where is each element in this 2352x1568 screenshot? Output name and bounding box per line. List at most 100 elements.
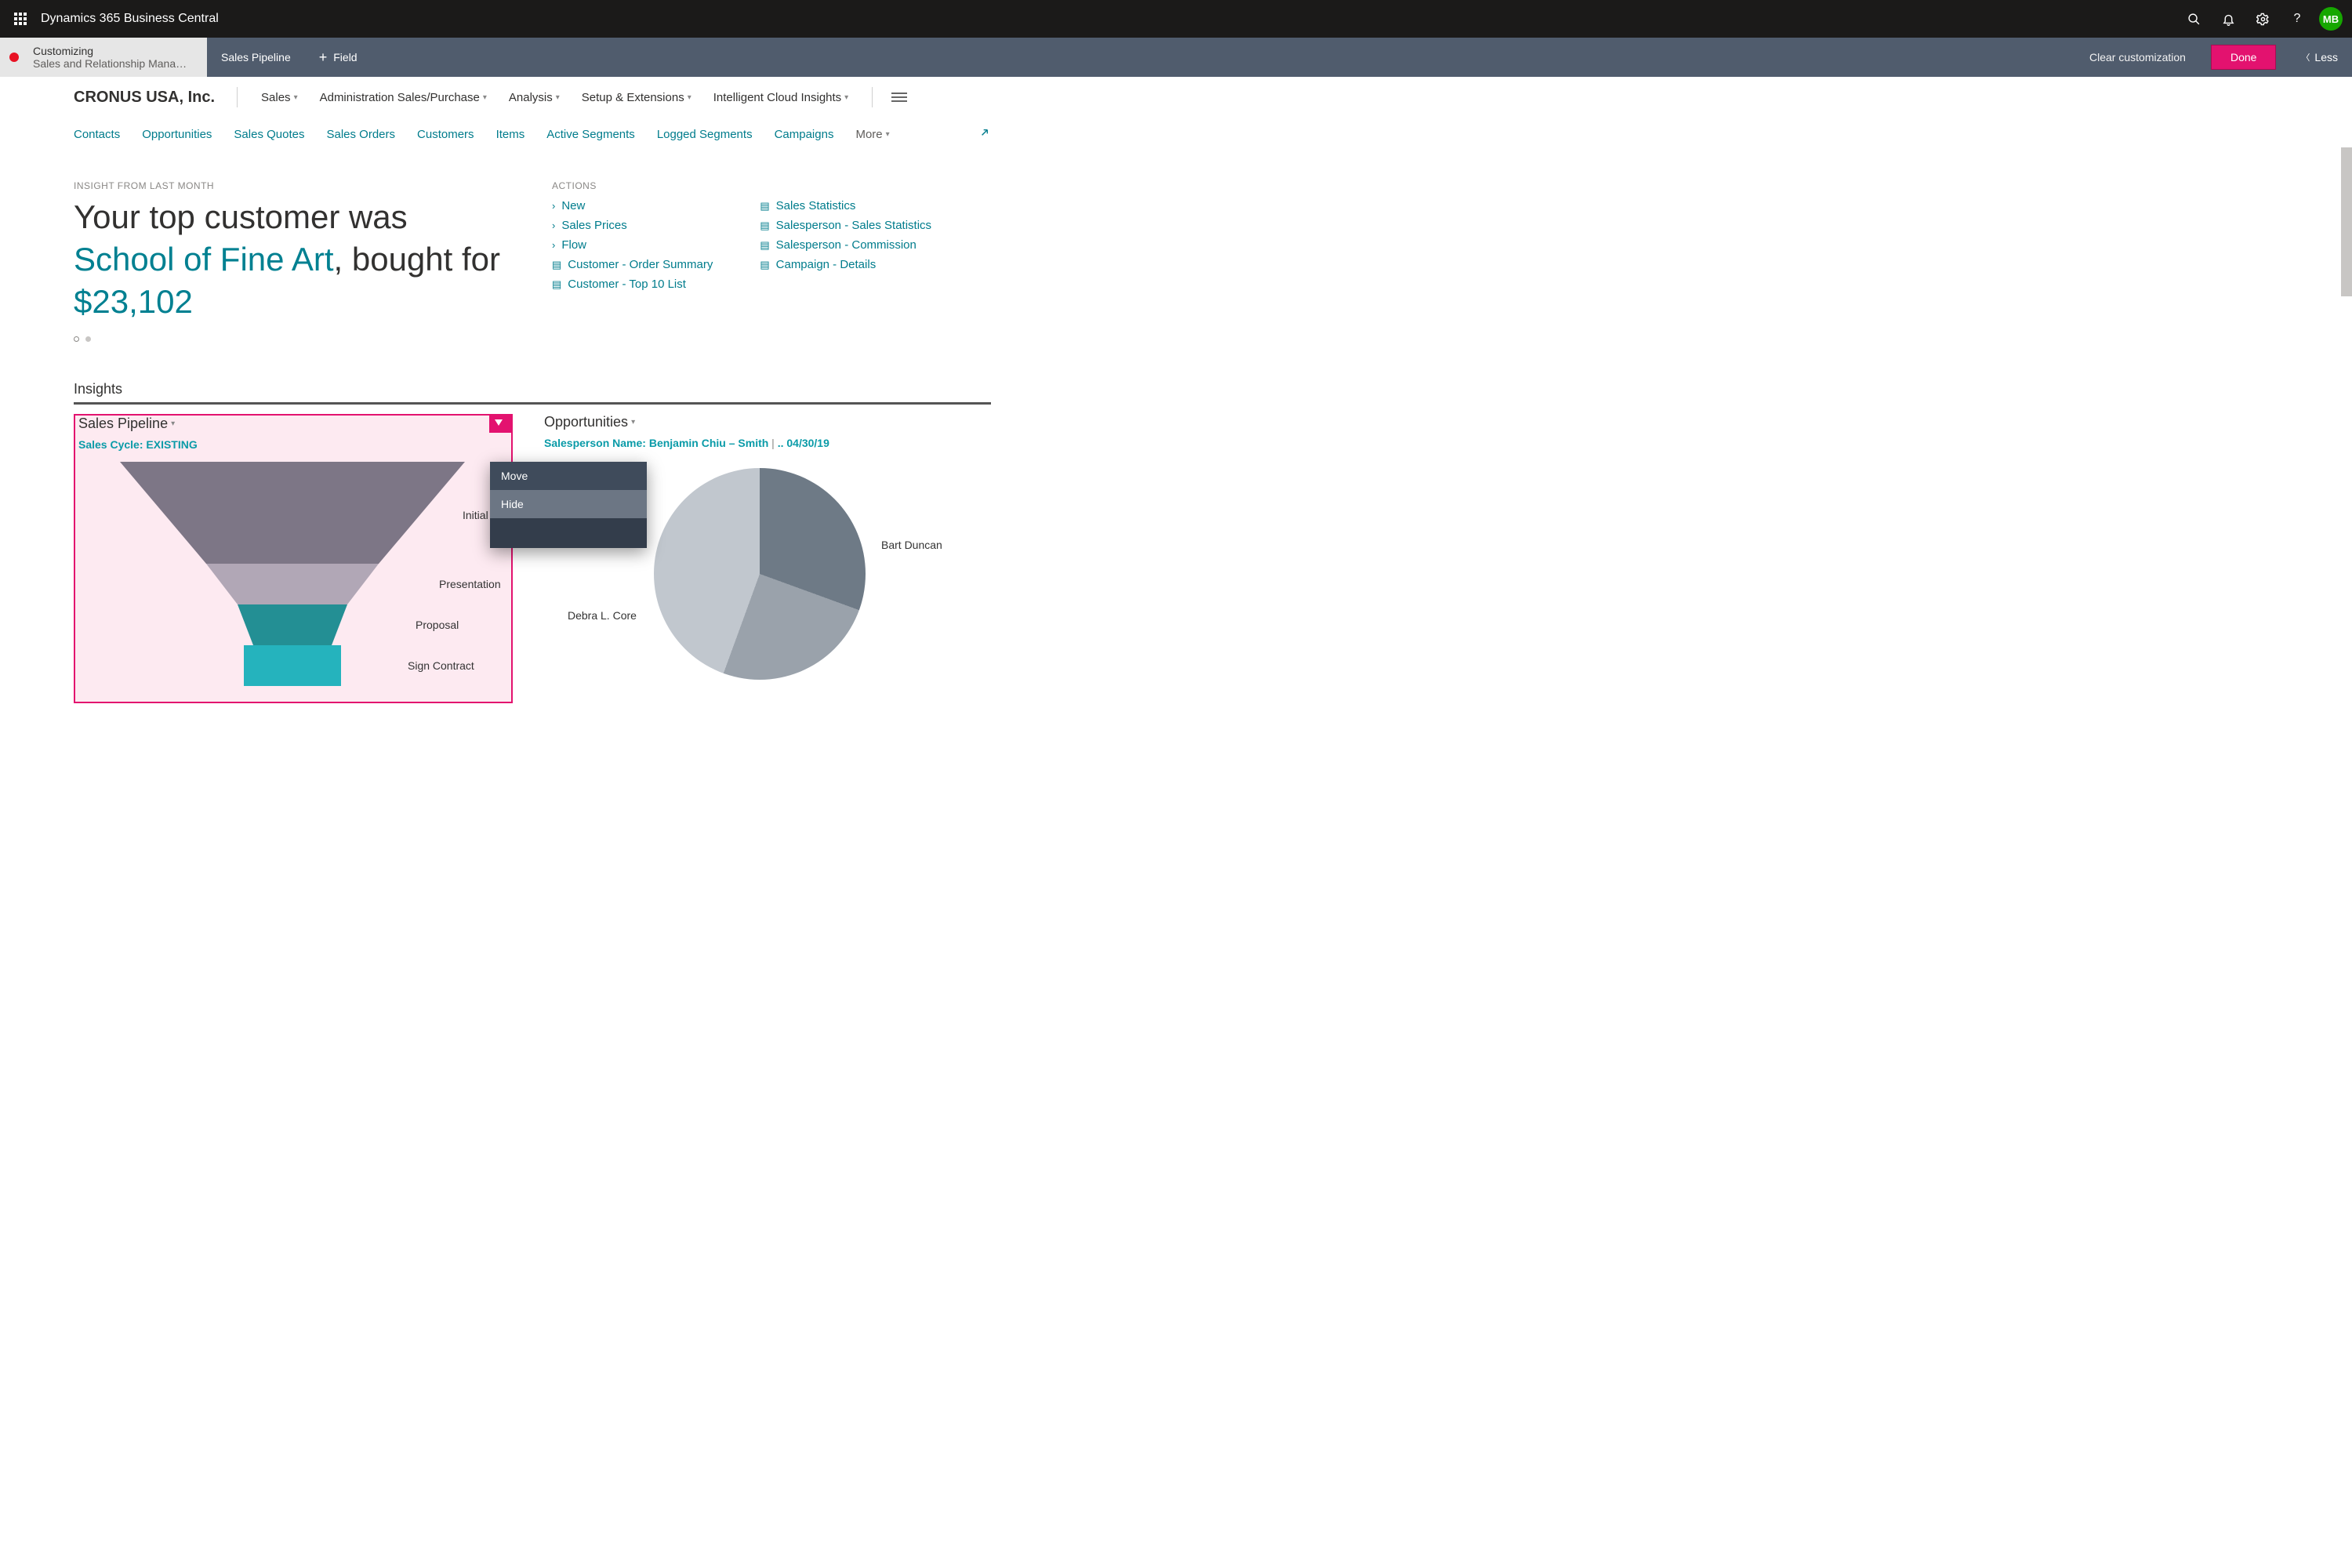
clear-customization-link[interactable]: Clear customization	[2075, 38, 2200, 77]
customize-status-line2: Sales and Relationship Mana…	[33, 57, 187, 70]
user-avatar[interactable]: MB	[2319, 7, 2343, 31]
customize-bar: Customizing Sales and Relationship Mana……	[0, 38, 2352, 77]
chevron-down-icon: ▾	[294, 93, 298, 102]
ctxmenu-hide[interactable]: Hide	[490, 490, 647, 518]
nav-campaigns[interactable]: Campaigns	[764, 128, 845, 141]
page-body: CRONUS USA, Inc. Sales▾ Administration S…	[0, 77, 2341, 1568]
report-icon: ▤	[760, 220, 769, 232]
overflow-menu-button[interactable]	[891, 93, 907, 102]
add-field-label: Field	[333, 51, 357, 64]
report-icon: ▤	[760, 259, 769, 271]
card-subtitle[interactable]: Sales Cycle: EXISTING	[78, 438, 506, 451]
add-field-button[interactable]: + Field	[305, 38, 372, 77]
insight-customer-link[interactable]: School of Fine Art	[74, 241, 334, 278]
divider	[237, 87, 238, 107]
nav-sales-quotes[interactable]: Sales Quotes	[223, 128, 315, 141]
action-salesperson-statistics[interactable]: ▤Salesperson - Sales Statistics	[760, 219, 931, 232]
nav-opportunities[interactable]: Opportunities	[131, 128, 223, 141]
action-flow[interactable]: ›Flow	[552, 238, 713, 252]
customize-status-line1: Customizing	[33, 45, 187, 57]
nav-sales-orders[interactable]: Sales Orders	[315, 128, 406, 141]
help-icon: ?	[2294, 12, 2301, 26]
done-button[interactable]: Done	[2211, 45, 2276, 70]
chevron-right-icon: ›	[552, 200, 555, 212]
pie-label-bart: Bart Duncan	[881, 539, 942, 551]
chevron-up-icon: 〈	[2301, 51, 2310, 64]
nav-customers[interactable]: Customers	[406, 128, 485, 141]
divider	[872, 87, 873, 107]
gear-icon	[2256, 13, 2270, 26]
action-sales-prices[interactable]: ›Sales Prices	[552, 219, 713, 232]
card-context-menu: Move Hide	[490, 462, 647, 548]
funnel-label: Presentation	[439, 578, 501, 590]
chevron-down-icon: ▾	[688, 93, 691, 102]
action-sales-statistics[interactable]: ▤Sales Statistics	[760, 199, 931, 212]
notifications-button[interactable]	[2211, 0, 2245, 38]
primary-menu: CRONUS USA, Inc. Sales▾ Administration S…	[74, 77, 991, 118]
nav-items[interactable]: Items	[485, 128, 536, 141]
funnel-stage-presentation[interactable]	[96, 564, 488, 604]
company-name[interactable]: CRONUS USA, Inc.	[74, 89, 237, 107]
bell-icon	[2222, 13, 2235, 26]
funnel-label: Initial	[463, 509, 488, 521]
search-button[interactable]	[2176, 0, 2211, 38]
card-subtitle[interactable]: Salesperson Name: Benjamin Chiu – Smith …	[544, 437, 991, 449]
chevron-down-icon: ▾	[483, 93, 487, 102]
app-topbar: Dynamics 365 Business Central ? MB	[0, 0, 2352, 38]
report-icon: ▤	[552, 259, 561, 271]
chevron-down-icon: ▾	[631, 418, 635, 426]
menu-sales[interactable]: Sales▾	[250, 91, 309, 104]
nav-contacts[interactable]: Contacts	[74, 128, 131, 141]
menu-administration[interactable]: Administration Sales/Purchase▾	[309, 91, 498, 104]
search-icon	[2187, 13, 2201, 26]
action-campaign-details[interactable]: ▤Campaign - Details	[760, 258, 931, 271]
ctxmenu-move[interactable]: Move	[490, 462, 647, 490]
scrollbar-thumb[interactable]	[2341, 147, 2352, 296]
secondary-menu: Contacts Opportunities Sales Quotes Sale…	[74, 119, 991, 149]
report-icon: ▤	[760, 200, 769, 212]
actions-panel: ACTIONS ›New ›Sales Prices ›Flow ▤Custom…	[552, 180, 931, 342]
app-title: Dynamics 365 Business Central	[41, 12, 219, 26]
plus-icon: +	[319, 49, 328, 66]
menu-intelligent-cloud[interactable]: Intelligent Cloud Insights▾	[702, 91, 859, 104]
card-sales-pipeline[interactable]: Sales Pipeline▾ Sales Cycle: EXISTING Mo…	[74, 414, 513, 703]
insight-amount: $23,102	[74, 283, 193, 320]
menu-analysis[interactable]: Analysis▾	[498, 91, 571, 104]
menu-setup-extensions[interactable]: Setup & Extensions▾	[571, 91, 702, 104]
pie-label-debra: Debra L. Core	[568, 609, 637, 622]
chevron-right-icon: ›	[552, 239, 555, 251]
help-button[interactable]: ?	[2280, 0, 2314, 38]
insight-pager	[74, 336, 513, 342]
report-icon: ▤	[760, 239, 769, 252]
ctxmenu-spacer	[490, 518, 647, 548]
insights-section-title: Insights	[74, 381, 991, 405]
report-icon: ▤	[552, 278, 561, 291]
settings-button[interactable]	[2245, 0, 2280, 38]
pager-dot[interactable]	[74, 336, 79, 342]
app-launcher-button[interactable]	[5, 13, 36, 25]
waffle-icon	[14, 13, 27, 25]
funnel-chart: Move Hide Initial Presentation Pro	[78, 462, 506, 697]
nav-more[interactable]: More▾	[844, 128, 900, 141]
card-title[interactable]: Sales Pipeline▾	[78, 416, 506, 432]
nav-active-segments[interactable]: Active Segments	[535, 128, 646, 141]
pie-shape[interactable]	[654, 468, 866, 680]
actions-caption: ACTIONS	[552, 180, 931, 191]
card-title[interactable]: Opportunities▾	[544, 414, 991, 430]
expand-button[interactable]	[978, 126, 991, 143]
customize-handle[interactable]	[489, 414, 513, 433]
action-new[interactable]: ›New	[552, 199, 713, 212]
expand-icon	[978, 126, 991, 139]
card-opportunities[interactable]: Opportunities▾ Salesperson Name: Benjami…	[544, 414, 991, 711]
funnel-stage-initial[interactable]	[96, 462, 488, 564]
nav-logged-segments[interactable]: Logged Segments	[646, 128, 764, 141]
action-customer-order-summary[interactable]: ▤Customer - Order Summary	[552, 258, 713, 271]
pager-dot-active[interactable]	[85, 336, 91, 342]
chevron-down-icon: ▾	[171, 419, 175, 428]
action-salesperson-commission[interactable]: ▤Salesperson - Commission	[760, 238, 931, 252]
less-label: Less	[2314, 51, 2338, 64]
action-customer-top10[interactable]: ▤Customer - Top 10 List	[552, 278, 713, 291]
less-toggle[interactable]: 〈 Less	[2287, 38, 2352, 77]
customize-tab-sales-pipeline[interactable]: Sales Pipeline	[207, 38, 305, 77]
recording-dot-icon	[9, 53, 19, 62]
